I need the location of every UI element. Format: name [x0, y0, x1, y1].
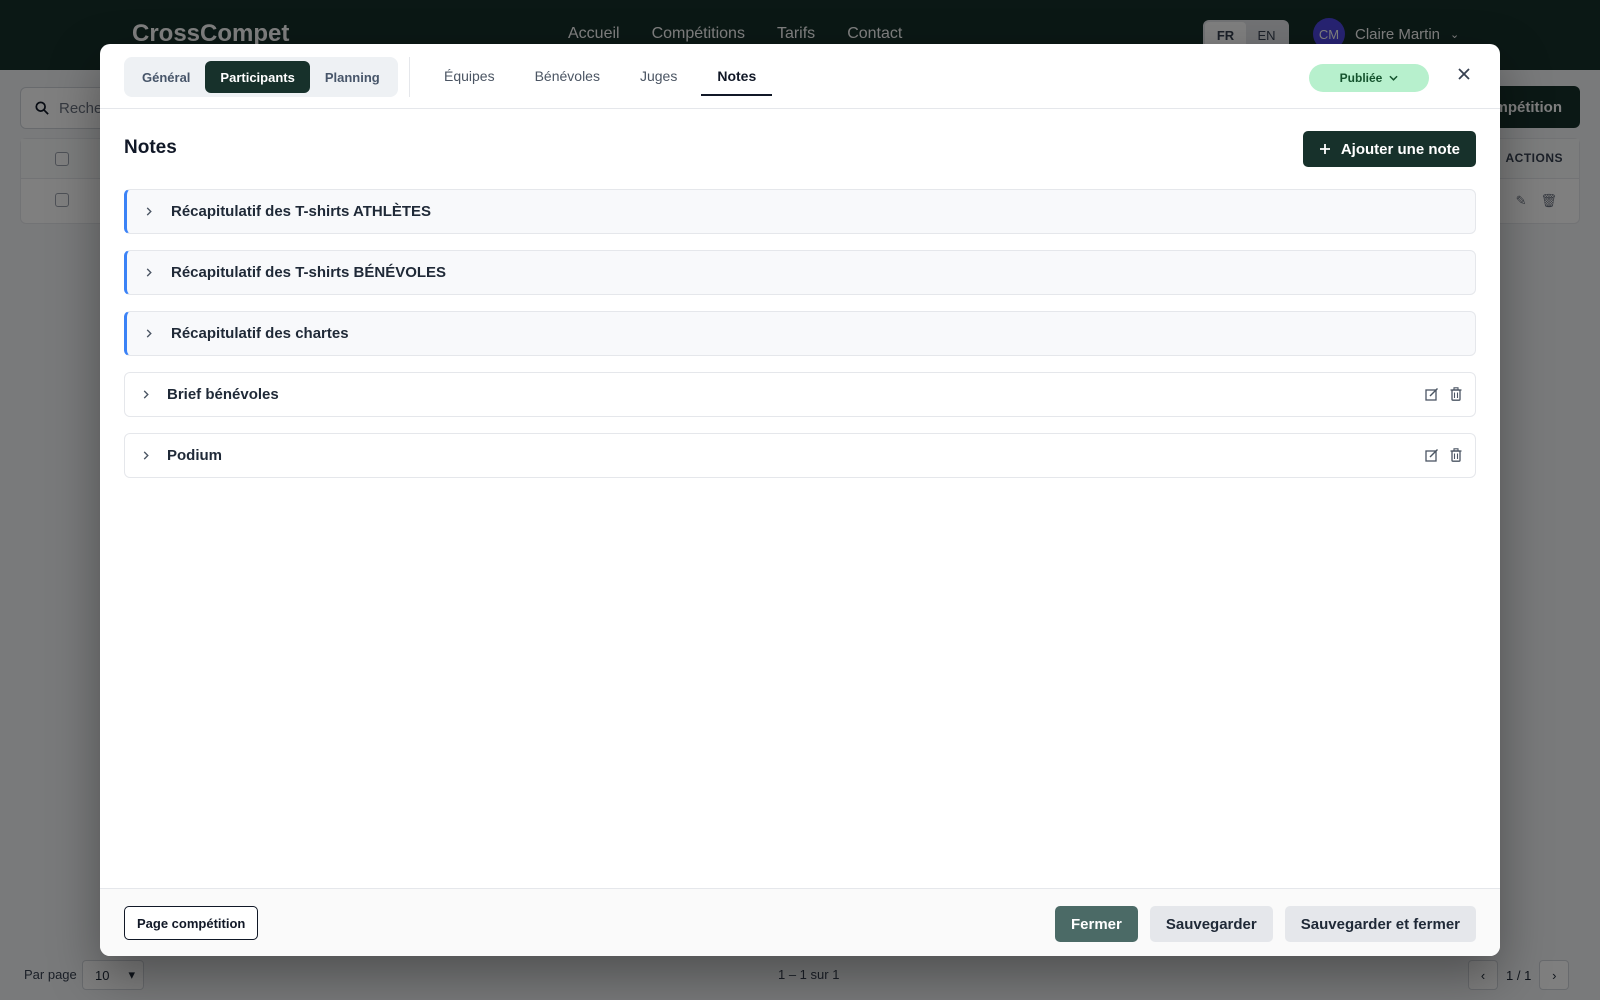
modal-footer: Page compétition Fermer Sauvegarder Sauv… [100, 888, 1500, 956]
section-switcher: Général Participants Planning [124, 57, 398, 97]
notes-list: Récapitulatif des T-shirts ATHLÈTES Réca… [124, 189, 1476, 494]
note-title: Brief bénévoles [167, 386, 279, 403]
competition-modal: Général Participants Planning Équipes Bé… [100, 44, 1500, 956]
save-button[interactable]: Sauvegarder [1149, 906, 1273, 942]
segment-planning[interactable]: Planning [310, 61, 395, 93]
modal-header: Général Participants Planning Équipes Bé… [100, 44, 1500, 109]
close-icon [1458, 68, 1470, 80]
tab-notes[interactable]: Notes [701, 44, 773, 108]
segment-general[interactable]: Général [127, 61, 205, 93]
chevron-right-icon [125, 451, 167, 460]
segment-participants[interactable]: Participants [205, 61, 310, 93]
note-title: Récapitulatif des T-shirts BÉNÉVOLES [171, 264, 447, 281]
footer-actions: Fermer Sauvegarder Sauvegarder et fermer [1055, 906, 1476, 942]
trash-icon[interactable] [1449, 386, 1463, 402]
note-item[interactable]: Podium [124, 433, 1476, 478]
status-badge: Publiée [1339, 71, 1383, 85]
plus-icon [1319, 144, 1330, 154]
add-note-button[interactable]: Ajouter une note [1302, 131, 1476, 167]
note-item[interactable]: Récapitulatif des T-shirts BÉNÉVOLES [124, 250, 1476, 295]
note-title: Podium [167, 447, 222, 464]
note-title: Récapitulatif des chartes [171, 325, 349, 342]
note-actions [1425, 386, 1463, 402]
participants-tabs: Équipes Bénévoles Juges Notes [428, 44, 780, 108]
note-actions [1425, 447, 1463, 463]
chevron-right-icon [127, 268, 171, 277]
competition-page-button[interactable]: Page compétition [124, 906, 259, 940]
status-dropdown[interactable]: Publiée [1309, 64, 1429, 92]
trash-icon[interactable] [1449, 447, 1463, 463]
edit-icon[interactable] [1425, 386, 1439, 402]
chevron-down-icon [1389, 75, 1398, 81]
save-and-close-button[interactable]: Sauvegarder et fermer [1284, 906, 1476, 942]
note-title: Récapitulatif des T-shirts ATHLÈTES [171, 203, 432, 220]
chevron-right-icon [127, 329, 171, 338]
note-item[interactable]: Récapitulatif des chartes [124, 311, 1476, 356]
note-item[interactable]: Brief bénévoles [124, 372, 1476, 417]
tab-volunteers[interactable]: Bénévoles [519, 44, 616, 108]
chevron-right-icon [125, 390, 167, 399]
close-button[interactable]: Fermer [1055, 906, 1138, 942]
header-divider [409, 57, 410, 97]
edit-icon[interactable] [1425, 447, 1439, 463]
tab-judges[interactable]: Juges [624, 44, 693, 108]
chevron-right-icon [127, 207, 171, 216]
tab-teams[interactable]: Équipes [428, 44, 511, 108]
add-note-label: Ajouter une note [1340, 140, 1460, 158]
note-item[interactable]: Récapitulatif des T-shirts ATHLÈTES [124, 189, 1476, 234]
page-title: Notes [124, 137, 177, 158]
close-modal-button[interactable] [1450, 60, 1478, 88]
